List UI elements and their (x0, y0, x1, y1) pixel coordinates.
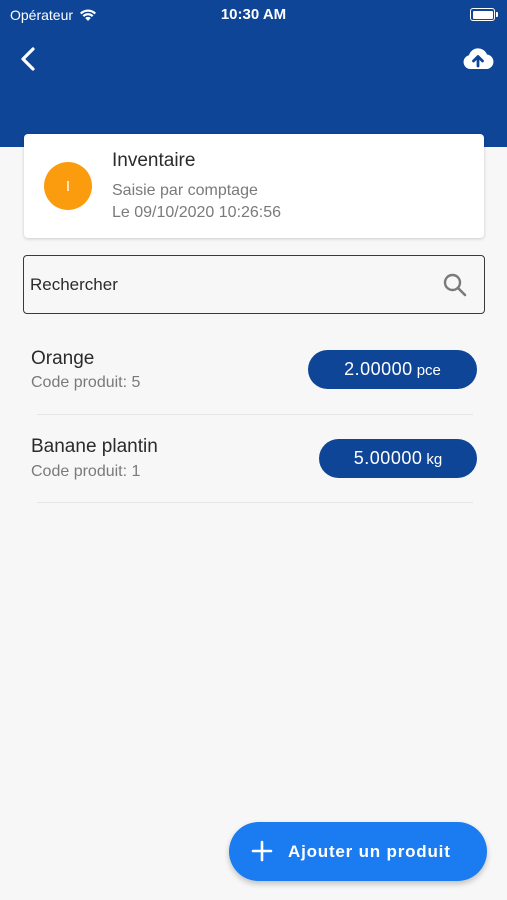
product-row-orange[interactable]: Orange Code produit: 5 2.00000 pce (0, 328, 507, 416)
search-icon[interactable] (442, 272, 468, 298)
quantity-badge[interactable]: 2.00000 pce (308, 350, 477, 389)
upload-button[interactable] (461, 44, 495, 74)
status-time: 10:30 AM (220, 6, 287, 23)
quantity-badge[interactable]: 5.00000 kg (319, 439, 477, 478)
add-product-label: Ajouter un produit (288, 842, 451, 861)
plus-icon (251, 840, 273, 862)
search-placeholder: Rechercher (30, 275, 118, 294)
search-input[interactable]: Rechercher (23, 255, 485, 314)
product-name: Orange (31, 348, 95, 369)
back-button[interactable] (14, 44, 44, 74)
status-bar: Opérateur 10:30 AM (0, 0, 507, 30)
cloud-upload-icon (463, 48, 494, 69)
chevron-left-icon (21, 47, 35, 71)
product-code: Code produit: 5 (31, 374, 141, 391)
row-divider (37, 502, 473, 503)
battery-icon (470, 8, 498, 21)
inventory-subtitle: Saisie par comptage (112, 182, 258, 199)
inventory-date: Le 09/10/2020 10:26:56 (112, 204, 282, 221)
quantity-unit: pce (416, 362, 441, 379)
add-product-button[interactable]: Ajouter un produit (229, 822, 487, 881)
avatar: I (44, 162, 92, 210)
product-name: Banane plantin (31, 436, 158, 457)
quantity-value: 2.00000 (344, 359, 413, 379)
inventory-card: I Inventaire Saisie par comptage Le 09/1… (24, 134, 484, 238)
app-header: Opérateur 10:30 AM (0, 0, 507, 147)
quantity-unit: kg (426, 451, 443, 468)
quantity-value: 5.00000 (353, 448, 423, 468)
inventory-title: Inventaire (112, 150, 196, 171)
row-divider (37, 414, 473, 415)
product-row-banane-plantin[interactable]: Banane plantin Code produit: 1 5.00000 k… (0, 416, 507, 504)
product-code: Code produit: 1 (31, 463, 141, 480)
